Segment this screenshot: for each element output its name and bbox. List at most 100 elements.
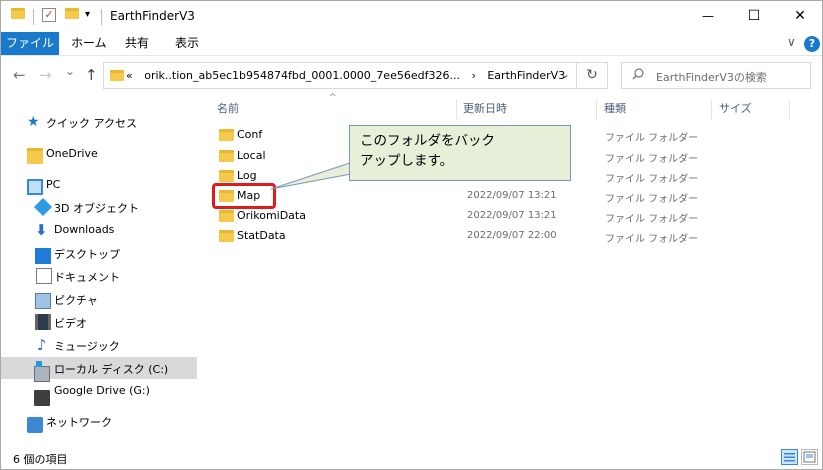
recent-locations-icon[interactable]: ⌄: [65, 64, 75, 78]
nav-item-music[interactable]: ♪ ミュージック: [1, 334, 197, 356]
tab-home[interactable]: ホーム: [61, 32, 117, 55]
nav-item-label: ドキュメント: [54, 271, 120, 284]
file-type: ファイル フォルダー: [605, 154, 699, 165]
file-type: ファイル フォルダー: [605, 214, 699, 225]
music-icon: ♪: [37, 336, 47, 354]
file-name: Conf: [237, 128, 263, 141]
nav-item-label: PC: [46, 178, 61, 191]
column-header-modified[interactable]: 更新日時: [463, 100, 507, 122]
onedrive-folder-icon: [27, 148, 43, 164]
file-date: 2022/09/07 22:00: [467, 230, 557, 241]
network-icon: [27, 417, 43, 433]
up-button[interactable]: ↑: [85, 66, 98, 84]
tab-view[interactable]: 表示: [165, 32, 209, 55]
callout-seam: [350, 159, 353, 171]
divider: [33, 9, 34, 25]
download-icon: ⬇: [35, 221, 48, 239]
divider: [101, 9, 102, 25]
search-box[interactable]: EarthFinderV3の検索: [621, 62, 811, 89]
annotation-callout: このフォルダをバック アップします。: [349, 125, 571, 181]
column-header-type[interactable]: 種類: [604, 100, 626, 122]
nav-item-label: クイック アクセス: [46, 117, 137, 130]
nav-item-network[interactable]: ネットワーク: [1, 410, 197, 433]
title-bar: ✓ ▾ EarthFinderV3 — ☐ ✕: [1, 1, 822, 32]
back-button[interactable]: ←: [13, 66, 26, 84]
file-type: ファイル フォルダー: [605, 234, 699, 245]
picture-icon: [35, 293, 51, 309]
search-icon: [632, 68, 644, 84]
nav-item-onedrive[interactable]: OneDrive: [1, 143, 197, 165]
nav-item-desktop[interactable]: デスクトップ: [1, 242, 197, 264]
column-divider[interactable]: [596, 100, 597, 120]
column-header-name[interactable]: 名前: [217, 100, 239, 122]
nav-item-pc[interactable]: PC: [1, 174, 197, 196]
nav-item-videos[interactable]: ビデオ: [1, 311, 197, 333]
pc-icon: [27, 179, 43, 195]
column-header-size[interactable]: サイズ: [719, 100, 752, 122]
file-row-orikomidata[interactable]: OrikomiData 2022/09/07 13:21 ファイル フォルダー: [213, 206, 803, 226]
file-date: 2022/09/07 13:21: [467, 190, 557, 201]
file-date: 2022/09/07 13:21: [467, 210, 557, 221]
nav-item-local-disk[interactable]: ローカル ディスク (C:): [1, 357, 197, 382]
tab-file[interactable]: ファイル: [1, 32, 59, 55]
file-name: OrikomiData: [237, 209, 306, 222]
address-path[interactable]: « orik..tion_ab5ec1b954874fbd_0001.0000_…: [126, 69, 565, 82]
refresh-button[interactable]: ↻: [577, 62, 608, 89]
nav-item-label: ローカル ディスク (C:): [54, 363, 169, 376]
ribbon-expand-icon[interactable]: ∨: [787, 35, 796, 49]
column-divider[interactable]: [789, 100, 790, 120]
folder-icon: [11, 8, 25, 19]
breadcrumb-segment[interactable]: orik..tion_ab5ec1b954874fbd_0001.0000_7e…: [144, 69, 460, 82]
help-icon[interactable]: ?: [804, 36, 820, 52]
close-button[interactable]: ✕: [777, 1, 822, 32]
column-divider[interactable]: [711, 100, 712, 120]
sort-ascending-icon: ^: [329, 93, 337, 103]
qat-dropdown-icon[interactable]: ▾: [85, 9, 90, 20]
path-overflow-icon[interactable]: «: [126, 69, 133, 82]
breadcrumb-segment[interactable]: EarthFinderV3: [487, 69, 565, 82]
folder-icon: [219, 150, 234, 162]
item-count: 6 個の項目: [13, 453, 68, 466]
address-dropdown-icon[interactable]: ⌄: [560, 67, 570, 81]
address-bar-row: ← → ⌄ ↑ « orik..tion_ab5ec1b954874fbd_00…: [1, 56, 822, 96]
details-view-icon[interactable]: [781, 449, 798, 465]
file-name: StatData: [237, 229, 286, 242]
column-divider[interactable]: [456, 100, 457, 120]
file-row-map[interactable]: Map 2022/09/07 13:21 ファイル フォルダー: [213, 186, 803, 206]
nav-item-label: 3D オブジェクト: [54, 202, 139, 215]
address-input[interactable]: « orik..tion_ab5ec1b954874fbd_0001.0000_…: [103, 62, 577, 89]
properties-icon[interactable]: ✓: [42, 8, 56, 22]
tab-share[interactable]: 共有: [115, 32, 159, 55]
file-type: ファイル フォルダー: [605, 174, 699, 185]
cube-icon: [33, 197, 53, 217]
forward-button[interactable]: →: [39, 66, 52, 84]
nav-item-label: デスクトップ: [54, 248, 120, 261]
folder-icon: [219, 210, 234, 222]
search-placeholder: EarthFinderV3の検索: [656, 71, 767, 84]
folder-icon: [219, 230, 234, 242]
nav-item-pictures[interactable]: ピクチャ: [1, 288, 197, 310]
navigation-pane: ★ クイック アクセス OneDrive PC 3D オブジェクト ⬇ Down…: [1, 96, 199, 446]
nav-item-label: ミュージック: [54, 340, 120, 353]
callout-text-line: このフォルダをバック: [360, 133, 495, 149]
maximize-button[interactable]: ☐: [731, 1, 777, 32]
nav-item-label: ピクチャ: [54, 294, 98, 307]
nav-item-quick-access[interactable]: ★ クイック アクセス: [1, 111, 197, 133]
file-type: ファイル フォルダー: [605, 194, 699, 205]
large-icons-view-icon[interactable]: [801, 449, 818, 465]
nav-item-3d-objects[interactable]: 3D オブジェクト: [1, 196, 197, 218]
file-row-statdata[interactable]: StatData 2022/09/07 22:00 ファイル フォルダー: [213, 226, 803, 246]
nav-item-label: Downloads: [54, 223, 115, 236]
new-folder-icon[interactable]: [65, 8, 79, 19]
file-type: ファイル フォルダー: [605, 133, 699, 144]
folder-icon: [110, 70, 124, 81]
nav-item-google-drive[interactable]: Google Drive (G:): [1, 380, 197, 406]
nav-item-documents[interactable]: ドキュメント: [1, 265, 197, 287]
folder-icon: [219, 170, 234, 182]
callout-text-line: アップします。: [360, 153, 454, 169]
chevron-right-icon[interactable]: ›: [471, 69, 475, 82]
nav-item-downloads[interactable]: ⬇ Downloads: [1, 219, 197, 241]
minimize-button[interactable]: —: [685, 1, 731, 32]
star-icon: ★: [27, 114, 40, 130]
nav-item-label: Google Drive (G:): [54, 384, 150, 397]
